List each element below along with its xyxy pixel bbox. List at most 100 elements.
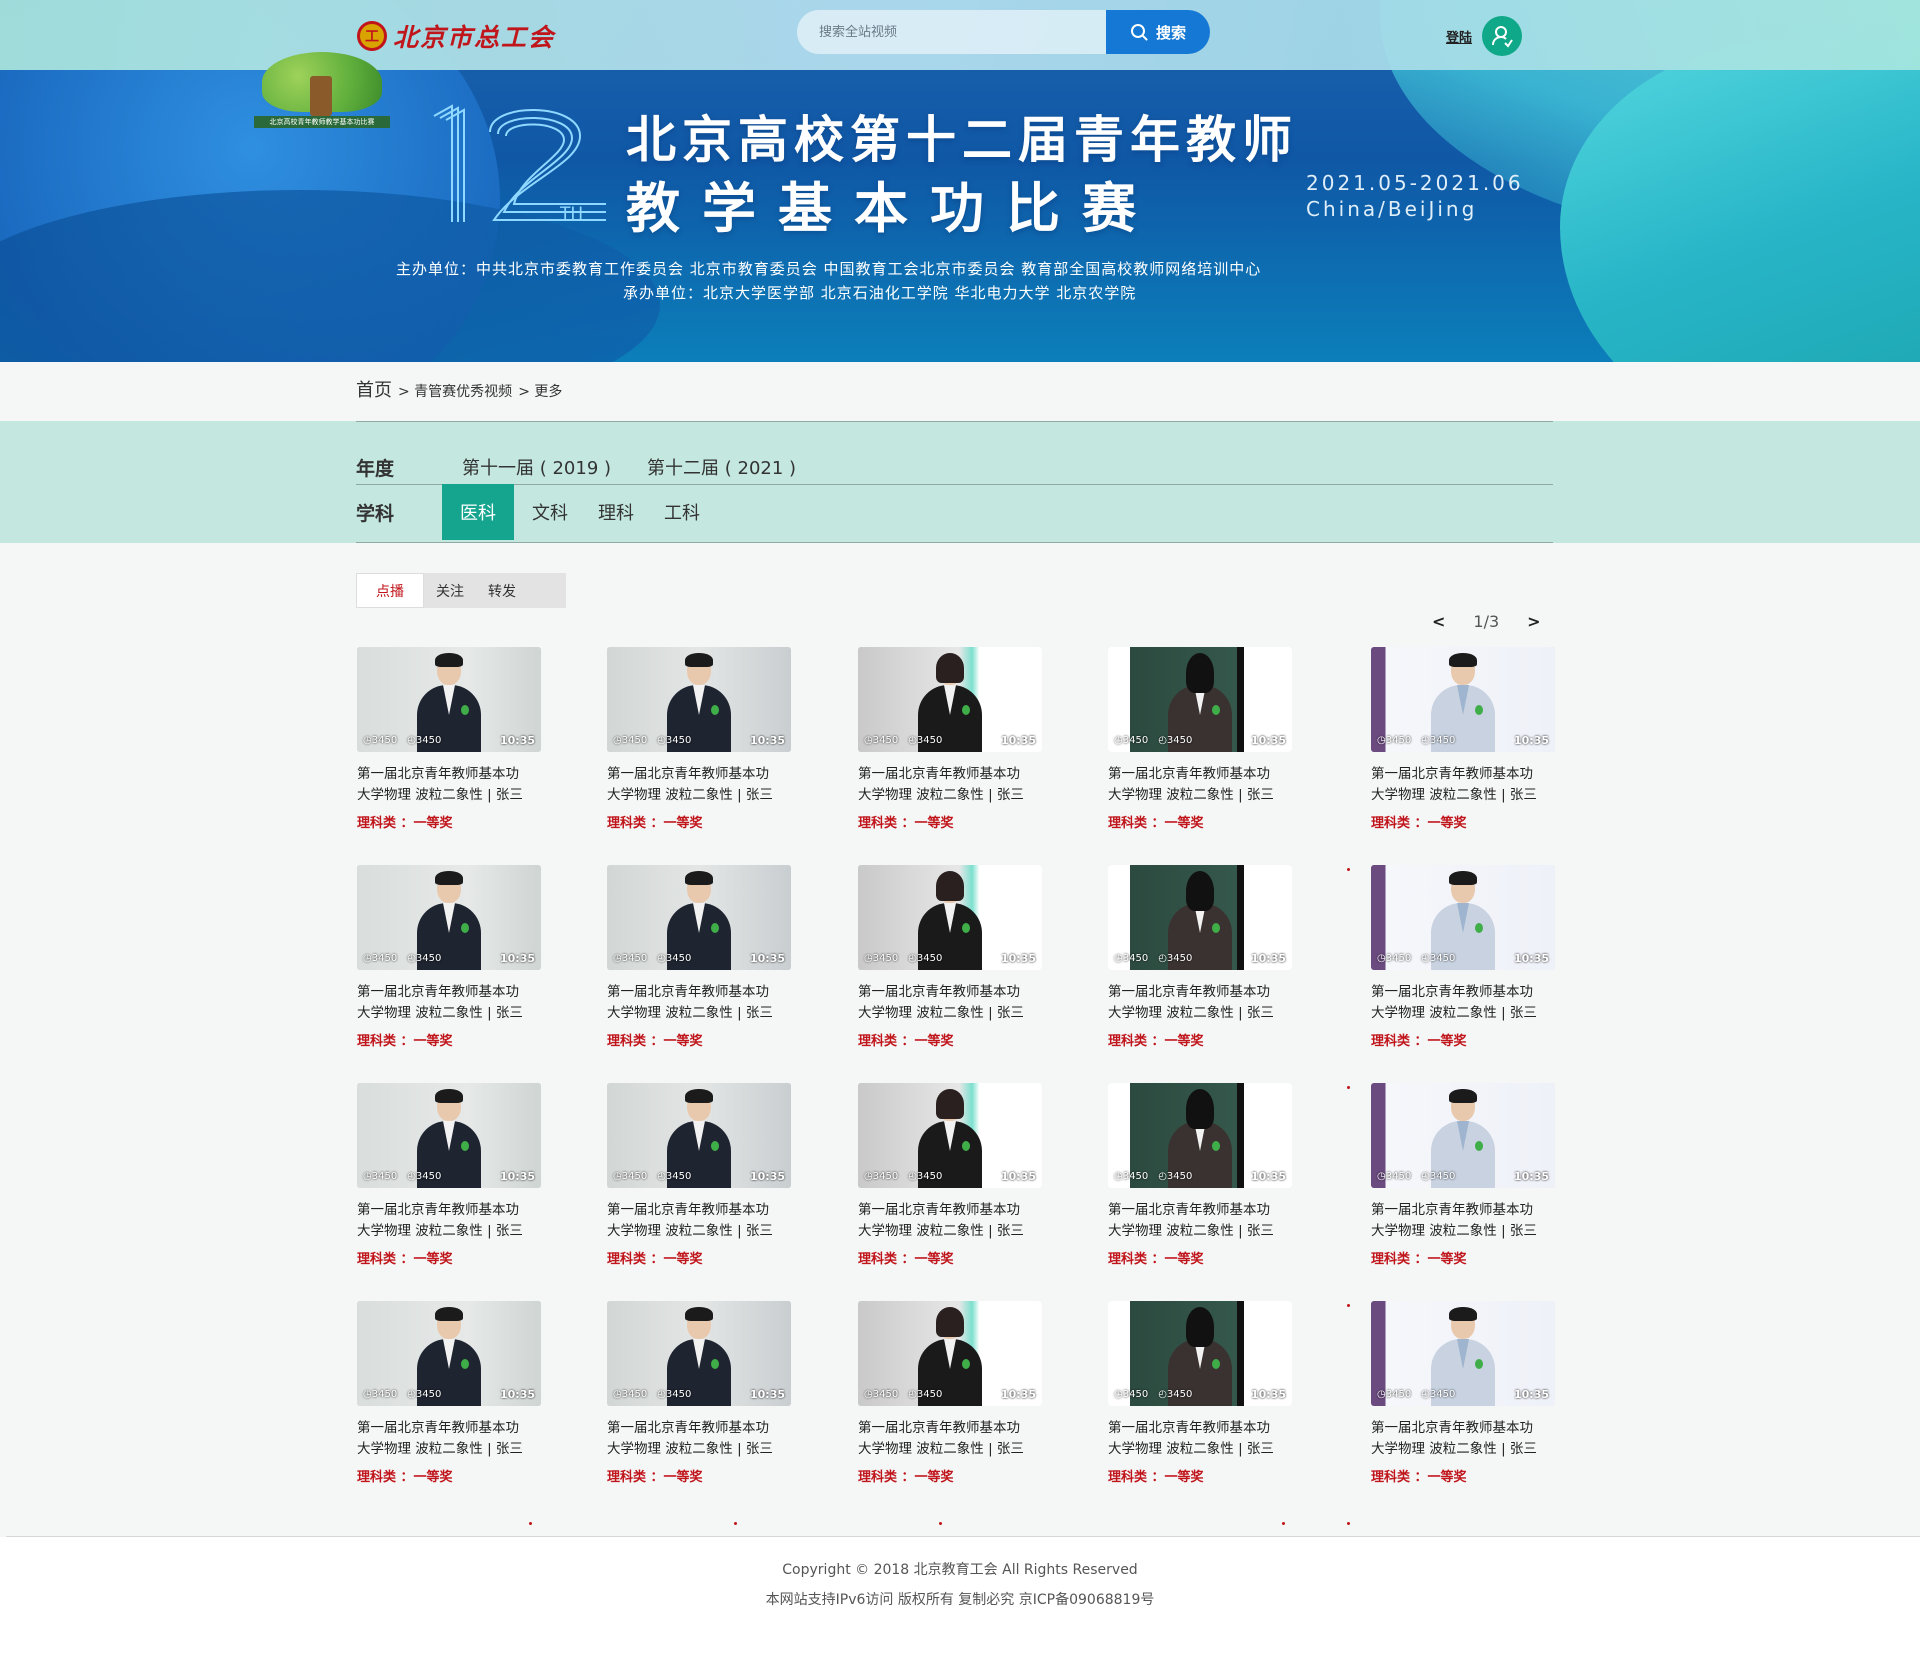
video-duration: 10:35 [1513, 952, 1549, 965]
video-thumbnail[interactable]: ◷3450 ◴3450 10:35 [357, 1301, 541, 1406]
video-thumbnail[interactable]: ◷3450 ◴3450 10:35 [1371, 865, 1555, 970]
video-thumbnail[interactable]: ◷3450 ◴3450 10:35 [607, 865, 791, 970]
video-card[interactable]: ◷3450 ◴3450 10:35 第一届北京青年教师基本功 大学物理 波粒二象… [1371, 1301, 1555, 1485]
video-title-line2: 大学物理 波粒二象性 | 张三 [858, 1441, 1024, 1457]
login-area[interactable]: 登陆 [1446, 16, 1523, 56]
video-card[interactable]: ◷3450 ◴3450 10:35 第一届北京青年教师基本功 大学物理 波粒二象… [607, 647, 791, 831]
views-count: ◷3450 [613, 1171, 648, 1182]
video-award: 理科类 ：一等奖 [1371, 1034, 1467, 1049]
video-title-line2: 大学物理 波粒二象性 | 张三 [858, 787, 1024, 803]
video-card[interactable]: ◷3450 ◴3450 10:35 第一届北京青年教师基本功 大学物理 波粒二象… [1108, 1301, 1292, 1485]
video-title[interactable]: 第一届北京青年教师基本功 大学物理 波粒二象性 | 张三 [1371, 1200, 1555, 1242]
search-button[interactable]: 搜索 [1106, 10, 1210, 54]
video-card[interactable]: ◷3450 ◴3450 10:35 第一届北京青年教师基本功 大学物理 波粒二象… [1371, 1083, 1555, 1267]
video-thumbnail[interactable]: ◷3450 ◴3450 10:35 [858, 1083, 1042, 1188]
video-thumbnail[interactable]: ◷3450 ◴3450 10:35 [858, 1301, 1042, 1406]
video-title[interactable]: 第一届北京青年教师基本功 大学物理 波粒二象性 | 张三 [357, 982, 541, 1024]
video-title[interactable]: 第一届北京青年教师基本功 大学物理 波粒二象性 | 张三 [1371, 764, 1555, 806]
views-count: ◷3450 [613, 953, 648, 964]
subject-option-medicine[interactable]: 医科 [442, 484, 514, 540]
video-card[interactable]: ◷3450 ◴3450 10:35 第一届北京青年教师基本功 大学物理 波粒二象… [357, 647, 541, 831]
video-card[interactable]: ◷3450 ◴3450 10:35 第一届北京青年教师基本功 大学物理 波粒二象… [607, 865, 791, 1049]
video-title[interactable]: 第一届北京青年教师基本功 大学物理 波粒二象性 | 张三 [858, 1200, 1042, 1242]
breadcrumb-more[interactable]: > 更多 [518, 381, 562, 401]
video-card[interactable]: ◷3450 ◴3450 10:35 第一届北京青年教师基本功 大学物理 波粒二象… [357, 1301, 541, 1485]
video-card[interactable]: ◷3450 ◴3450 10:35 第一届北京青年教师基本功 大学物理 波粒二象… [357, 865, 541, 1049]
video-thumbnail[interactable]: ◷3450 ◴3450 10:35 [858, 865, 1042, 970]
video-thumbnail[interactable]: ◷3450 ◴3450 10:35 [858, 647, 1042, 752]
video-card[interactable]: ◷3450 ◴3450 10:35 第一届北京青年教师基本功 大学物理 波粒二象… [607, 1301, 791, 1485]
views-count: ◷3450 [613, 735, 648, 746]
video-award: 理科类 ：一等奖 [858, 816, 954, 831]
video-title[interactable]: 第一届北京青年教师基本功 大学物理 波粒二象性 | 张三 [357, 764, 541, 806]
tab-follow[interactable]: 关注 [424, 573, 476, 608]
video-thumbnail[interactable]: ◷3450 ◴3450 10:35 [1108, 1083, 1292, 1188]
video-duration: 10:35 [499, 952, 535, 965]
video-card[interactable]: ◷3450 ◴3450 10:35 第一届北京青年教师基本功 大学物理 波粒二象… [858, 647, 1042, 831]
views-count: ◷3450 [1377, 1389, 1412, 1400]
video-thumbnail[interactable]: ◷3450 ◴3450 10:35 [1108, 1301, 1292, 1406]
video-thumbnail[interactable]: ◷3450 ◴3450 10:35 [357, 647, 541, 752]
decorative-dot [734, 1522, 737, 1525]
subject-option-liberal-arts[interactable]: 文科 [514, 484, 586, 540]
video-title[interactable]: 第一届北京青年教师基本功 大学物理 波粒二象性 | 张三 [1371, 1418, 1555, 1460]
decorative-dot [1347, 1522, 1350, 1525]
video-title[interactable]: 第一届北京青年教师基本功 大学物理 波粒二象性 | 张三 [357, 1200, 541, 1242]
video-card[interactable]: ◷3450 ◴3450 10:35 第一届北京青年教师基本功 大学物理 波粒二象… [858, 865, 1042, 1049]
video-thumbnail[interactable]: ◷3450 ◴3450 10:35 [357, 865, 541, 970]
video-title-line1: 第一届北京青年教师基本功 [1371, 1202, 1533, 1218]
video-title[interactable]: 第一届北京青年教师基本功 大学物理 波粒二象性 | 张三 [858, 1418, 1042, 1460]
views-count: ◷3450 [1377, 735, 1412, 746]
video-card[interactable]: ◷3450 ◴3450 10:35 第一届北京青年教师基本功 大学物理 波粒二象… [858, 1083, 1042, 1267]
video-thumbnail[interactable]: ◷3450 ◴3450 10:35 [1371, 1083, 1555, 1188]
video-thumbnail[interactable]: ◷3450 ◴3450 10:35 [607, 1301, 791, 1406]
video-thumbnail[interactable]: ◷3450 ◴3450 10:35 [1371, 647, 1555, 752]
video-title[interactable]: 第一届北京青年教师基本功 大学物理 波粒二象性 | 张三 [1108, 764, 1292, 806]
video-card[interactable]: ◷3450 ◴3450 10:35 第一届北京青年教师基本功 大学物理 波粒二象… [607, 1083, 791, 1267]
site-logo[interactable]: 工 北京市总工会 [357, 18, 555, 54]
subject-option-science[interactable]: 理科 [586, 484, 652, 540]
next-page-button[interactable]: > [1527, 612, 1540, 631]
video-thumbnail[interactable]: ◷3450 ◴3450 10:35 [357, 1083, 541, 1188]
video-thumbnail[interactable]: ◷3450 ◴3450 10:35 [607, 1083, 791, 1188]
video-card[interactable]: ◷3450 ◴3450 10:35 第一届北京青年教师基本功 大学物理 波粒二象… [1108, 865, 1292, 1049]
video-card[interactable]: ◷3450 ◴3450 10:35 第一届北京青年教师基本功 大学物理 波粒二象… [1108, 1083, 1292, 1267]
subject-option-engineering[interactable]: 工科 [652, 484, 718, 540]
video-stats: ◷3450 ◴3450 [864, 735, 942, 746]
video-title[interactable]: 第一届北京青年教师基本功 大学物理 波粒二象性 | 张三 [607, 982, 791, 1024]
views-count: ◷3450 [1114, 1171, 1149, 1182]
breadcrumb-videos[interactable]: > 青管赛优秀视频 [398, 381, 512, 401]
prev-page-button[interactable]: < [1432, 612, 1445, 631]
likes-count: ◴3450 [407, 735, 442, 746]
video-thumbnail[interactable]: ◷3450 ◴3450 10:35 [607, 647, 791, 752]
search-input[interactable] [797, 10, 1106, 54]
user-avatar-icon[interactable] [1482, 16, 1523, 56]
tab-on-demand[interactable]: 点播 [356, 573, 424, 608]
login-link[interactable]: 登陆 [1446, 27, 1472, 46]
video-duration: 10:35 [1000, 1388, 1036, 1401]
video-card[interactable]: ◷3450 ◴3450 10:35 第一届北京青年教师基本功 大学物理 波粒二象… [357, 1083, 541, 1267]
video-card[interactable]: ◷3450 ◴3450 10:35 第一届北京青年教师基本功 大学物理 波粒二象… [1108, 647, 1292, 831]
video-card[interactable]: ◷3450 ◴3450 10:35 第一届北京青年教师基本功 大学物理 波粒二象… [1371, 647, 1555, 831]
video-title[interactable]: 第一届北京青年教师基本功 大学物理 波粒二象性 | 张三 [858, 764, 1042, 806]
video-title[interactable]: 第一届北京青年教师基本功 大学物理 波粒二象性 | 张三 [607, 764, 791, 806]
video-card[interactable]: ◷3450 ◴3450 10:35 第一届北京青年教师基本功 大学物理 波粒二象… [1371, 865, 1555, 1049]
video-thumbnail[interactable]: ◷3450 ◴3450 10:35 [1108, 865, 1292, 970]
video-title-line2: 大学物理 波粒二象性 | 张三 [607, 1441, 773, 1457]
video-title[interactable]: 第一届北京青年教师基本功 大学物理 波粒二象性 | 张三 [1108, 982, 1292, 1024]
video-card[interactable]: ◷3450 ◴3450 10:35 第一届北京青年教师基本功 大学物理 波粒二象… [858, 1301, 1042, 1485]
video-title[interactable]: 第一届北京青年教师基本功 大学物理 波粒二象性 | 张三 [1108, 1200, 1292, 1242]
video-thumbnail[interactable]: ◷3450 ◴3450 10:35 [1371, 1301, 1555, 1406]
likes-count: ◴3450 [657, 1171, 692, 1182]
video-title[interactable]: 第一届北京青年教师基本功 大学物理 波粒二象性 | 张三 [858, 982, 1042, 1024]
video-title[interactable]: 第一届北京青年教师基本功 大学物理 波粒二象性 | 张三 [607, 1418, 791, 1460]
breadcrumb-home[interactable]: 首页 [356, 376, 392, 402]
video-title[interactable]: 第一届北京青年教师基本功 大学物理 波粒二象性 | 张三 [357, 1418, 541, 1460]
video-thumbnail[interactable]: ◷3450 ◴3450 10:35 [1108, 647, 1292, 752]
video-title[interactable]: 第一届北京青年教师基本功 大学物理 波粒二象性 | 张三 [1108, 1418, 1292, 1460]
tab-share[interactable]: 转发 [476, 573, 528, 608]
video-title[interactable]: 第一届北京青年教师基本功 大学物理 波粒二象性 | 张三 [607, 1200, 791, 1242]
video-title[interactable]: 第一届北京青年教师基本功 大学物理 波粒二象性 | 张三 [1371, 982, 1555, 1024]
video-title-line1: 第一届北京青年教师基本功 [607, 1420, 769, 1436]
video-stats: ◷3450 ◴3450 [1377, 1171, 1455, 1182]
